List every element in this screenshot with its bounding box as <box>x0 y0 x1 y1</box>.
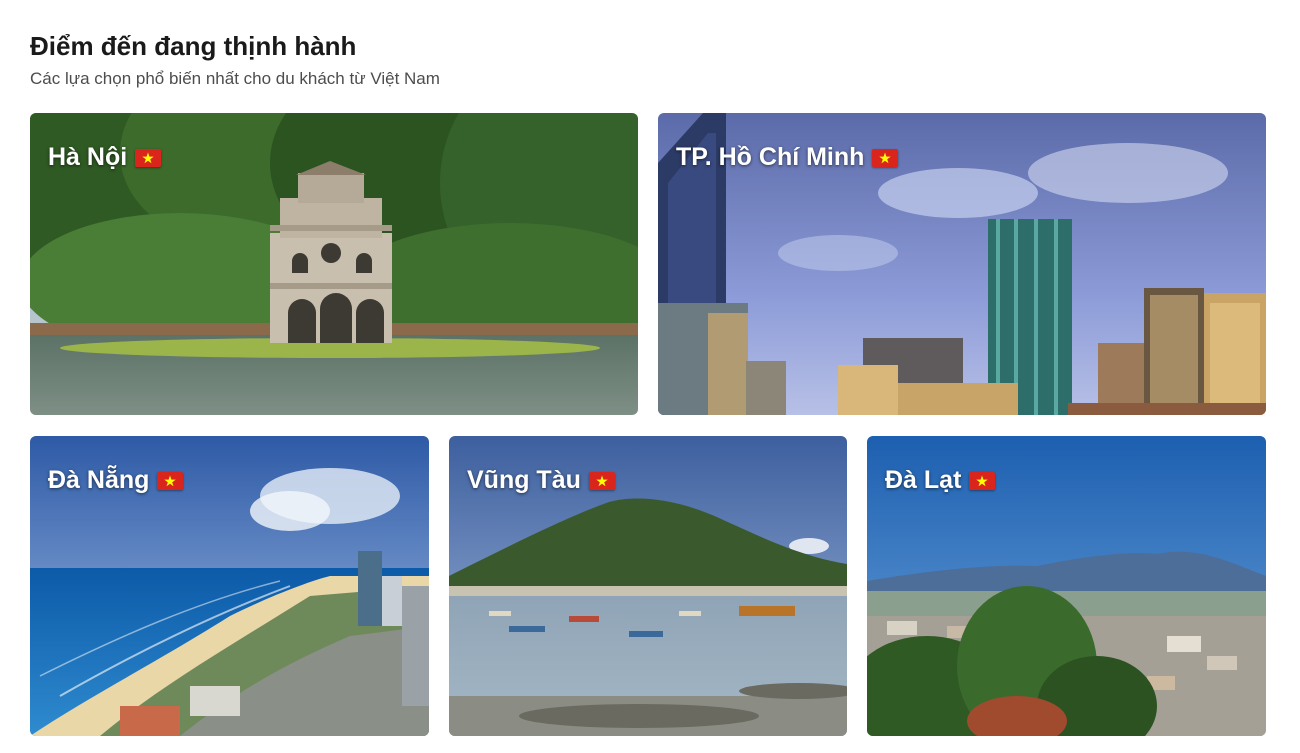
destination-card-vung-tau[interactable]: Vũng Tàu <box>449 436 847 736</box>
destination-label: Đà Lạt <box>885 466 996 495</box>
destination-card-hanoi[interactable]: Hà Nội <box>30 113 638 415</box>
destination-name: Đà Lạt <box>885 466 962 494</box>
destination-label: Vũng Tàu <box>467 466 615 495</box>
destination-name: TP. Hồ Chí Minh <box>676 143 865 171</box>
vietnam-flag-icon <box>588 471 615 490</box>
destination-label: TP. Hồ Chí Minh <box>676 143 899 172</box>
destination-card-ho-chi-minh[interactable]: TP. Hồ Chí Minh <box>658 113 1266 415</box>
vietnam-flag-icon <box>969 471 996 490</box>
destination-card-da-lat[interactable]: Đà Lạt <box>867 436 1266 736</box>
destination-label: Đà Nẵng <box>48 466 184 495</box>
section-title: Điểm đến đang thịnh hành <box>30 31 357 61</box>
vietnam-flag-icon <box>157 471 184 490</box>
destination-card-da-nang[interactable]: Đà Nẵng <box>30 436 429 736</box>
section-subtitle: Các lựa chọn phổ biến nhất cho du khách … <box>30 69 440 88</box>
trending-destinations-header: Điểm đến đang thịnh hành Các lựa chọn ph… <box>30 30 1266 90</box>
vietnam-flag-icon <box>135 148 162 167</box>
destination-label: Hà Nội <box>48 143 162 172</box>
destination-name: Hà Nội <box>48 143 128 171</box>
destination-name: Đà Nẵng <box>48 466 150 494</box>
vietnam-flag-icon <box>872 148 899 167</box>
destination-name: Vũng Tàu <box>467 466 581 494</box>
